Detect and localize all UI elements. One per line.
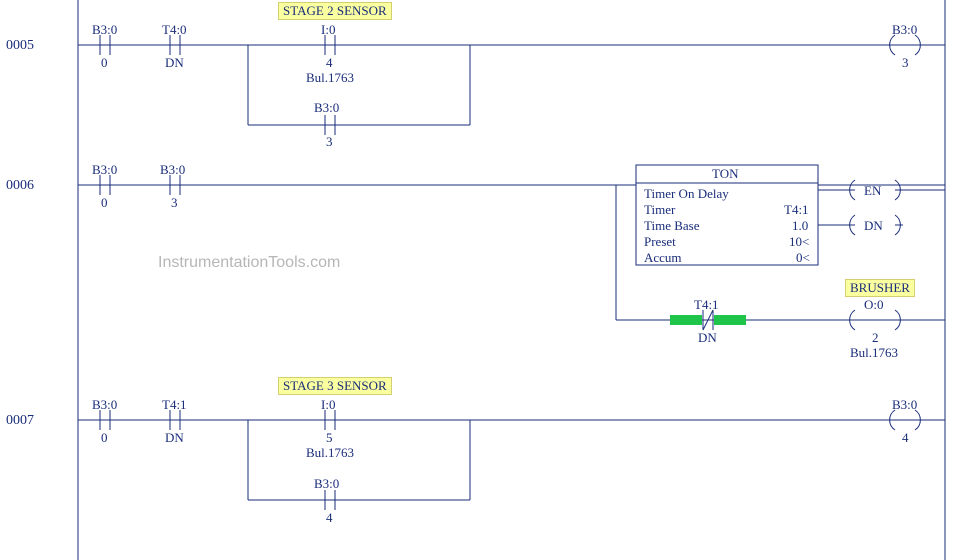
r6-c2-addr: B3:0 bbox=[160, 162, 185, 178]
r5-c2-bit: DN bbox=[165, 55, 184, 71]
r7-coil-addr: B3:0 bbox=[892, 397, 917, 413]
rung-number-7: 0007 bbox=[6, 413, 34, 429]
watermark: InstrumentationTools.com bbox=[158, 254, 340, 272]
ladder-diagram bbox=[0, 0, 960, 560]
r6-out-addr: O:0 bbox=[864, 297, 884, 313]
r5-coil-addr: B3:0 bbox=[892, 22, 917, 38]
rung-number-6: 0006 bbox=[6, 178, 34, 194]
r7-c2-bit: DN bbox=[165, 430, 184, 446]
label-stage2-sensor: STAGE 2 SENSOR bbox=[278, 2, 392, 20]
ton-l4b: 10< bbox=[789, 234, 809, 250]
ton-l1: Timer On Delay bbox=[644, 186, 729, 202]
r6-nc-addr: T4:1 bbox=[694, 297, 719, 313]
r5-br-addr: B3:0 bbox=[314, 100, 339, 116]
rung-number-5: 0005 bbox=[6, 38, 34, 54]
r7-c1-bit: 0 bbox=[101, 430, 108, 446]
r7-c2-addr: T4:1 bbox=[162, 397, 187, 413]
r5-c2-addr: T4:0 bbox=[162, 22, 187, 38]
r7-c3-mod: Bul.1763 bbox=[306, 445, 354, 461]
r7-br-addr: B3:0 bbox=[314, 476, 339, 492]
r7-c1-addr: B3:0 bbox=[92, 397, 117, 413]
label-brusher: BRUSHER bbox=[845, 279, 915, 297]
ton-title: TON bbox=[712, 166, 738, 182]
r5-coil-bit: 3 bbox=[902, 55, 909, 71]
r7-c3-addr: I:0 bbox=[321, 397, 335, 413]
r6-c2-bit: 3 bbox=[171, 195, 178, 211]
r5-c3-addr: I:0 bbox=[321, 22, 335, 38]
ton-l3b: 1.0 bbox=[792, 218, 808, 234]
ton-l4a: Preset bbox=[644, 234, 676, 250]
r6-c1-addr: B3:0 bbox=[92, 162, 117, 178]
r7-coil-bit: 4 bbox=[902, 430, 909, 446]
ton-l5a: Accum bbox=[644, 250, 682, 266]
r5-br-bit: 3 bbox=[326, 134, 333, 150]
r6-nc-bit: DN bbox=[698, 330, 717, 346]
ton-l2b: T4:1 bbox=[784, 202, 809, 218]
r5-c3-mod: Bul.1763 bbox=[306, 70, 354, 86]
en-label: EN bbox=[864, 183, 881, 199]
r6-out-mod: Bul.1763 bbox=[850, 345, 898, 361]
r6-c1-bit: 0 bbox=[101, 195, 108, 211]
ton-l3a: Time Base bbox=[644, 218, 700, 234]
ton-l2a: Timer bbox=[644, 202, 675, 218]
r7-br-bit: 4 bbox=[326, 510, 333, 526]
rung-highlight-right bbox=[714, 315, 746, 325]
r7-c3-bit: 5 bbox=[326, 430, 333, 446]
r5-c1-addr: B3:0 bbox=[92, 22, 117, 38]
rung-highlight-left bbox=[670, 315, 702, 325]
label-stage3-sensor: STAGE 3 SENSOR bbox=[278, 377, 392, 395]
r6-out-bit: 2 bbox=[872, 330, 879, 346]
r5-c3-bit: 4 bbox=[326, 55, 333, 71]
ton-l5b: 0< bbox=[796, 250, 810, 266]
r5-c1-bit: 0 bbox=[101, 55, 108, 71]
dn-label: DN bbox=[864, 218, 883, 234]
